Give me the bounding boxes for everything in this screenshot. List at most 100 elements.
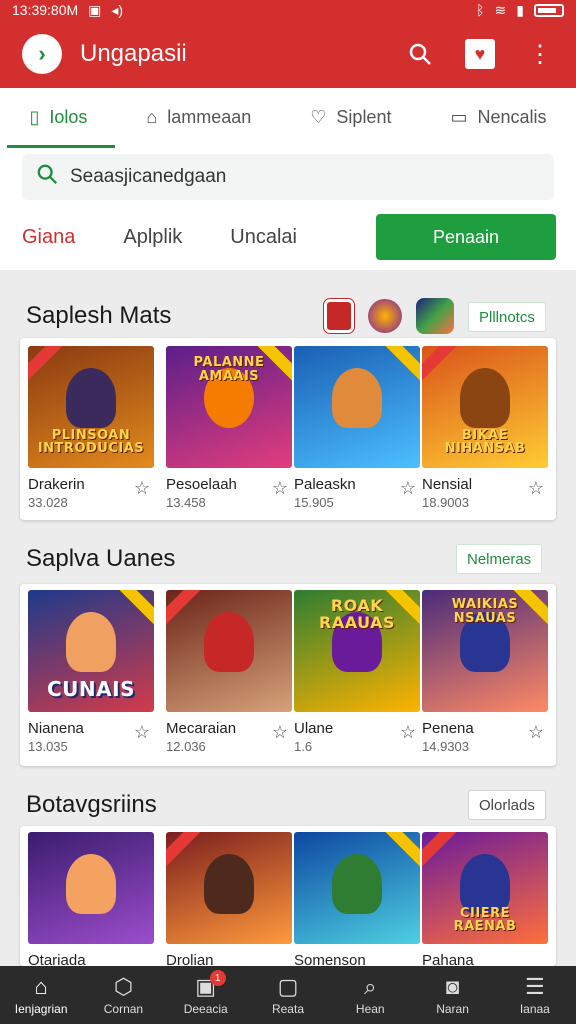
app-logo-icon[interactable]: › [22,34,62,74]
nav-item-cornan[interactable]: ⬡ Cornan [83,974,163,1016]
ribbon-badge [114,590,154,628]
app-thumbnail: ROAK RAAUAS [294,590,420,712]
app-thumbnail: CUNAIS [28,590,154,712]
mini-app-icon[interactable] [368,299,402,333]
app-tile[interactable]: Somenson [294,832,420,966]
wallet-icon: ▭ [450,106,468,127]
app-thumbnail [294,832,420,944]
section-title: Saplva Uanes [26,545,176,572]
more-vert-icon[interactable]: ⋮ [522,36,558,72]
search-icon: ⌕ [364,974,377,999]
ribbon-badge [166,590,206,628]
nav-item-naran[interactable]: ◙ Naran [413,974,493,1016]
favorite-icon[interactable]: ☆ [528,478,544,499]
search-input[interactable] [70,166,540,188]
ribbon-badge [380,832,420,870]
thumbnail-caption: CIIERE RAENAB [453,905,517,935]
app-title: Ungapasii [80,40,187,67]
app-thumbnail: CIIERE RAENAB [422,832,548,944]
search-icon [36,163,58,191]
favorite-icon[interactable]: ☆ [400,478,416,499]
nav-item-reata[interactable]: ▢ Reata [248,974,328,1016]
mini-app-icon[interactable] [323,298,355,334]
app-thumbnail: BIKAE NIHANSAB [422,346,548,468]
character-art [204,612,254,672]
tab-nencalis[interactable]: ▭ Nencalis [450,88,546,146]
section-title: Botavgsriins [26,791,157,818]
favorite-icon[interactable]: ☆ [528,722,544,743]
ribbon-badge [28,346,68,384]
app-tile[interactable]: Paleaskn 15.905 ☆ [294,346,420,510]
heart-icon: ♡ [310,106,327,127]
search-bar[interactable] [22,154,554,200]
app-thumbnail [166,590,292,712]
tab-label: Iolos [49,106,88,127]
battery-icon [534,3,564,17]
app-row-card: PLINSOAN INTRODUCIAS Drakerin 33.028 ☆ P… [20,338,556,520]
favorite-icon[interactable]: ☆ [134,722,150,743]
ribbon-badge [166,832,206,870]
camera-icon: ◙ [445,974,460,999]
nav-item-hean[interactable]: ⌕ Hean [330,974,410,1016]
app-tile[interactable]: PLINSOAN INTRODUCIAS Drakerin 33.028 ☆ [28,346,154,510]
tab-lammeaan[interactable]: ⌂ lammeaan [146,88,251,146]
mini-app-icon[interactable] [416,298,454,334]
app-thumbnail [294,346,420,468]
nav-item-home[interactable]: ⌂ Ienjagrian [1,974,81,1016]
favorite-icon[interactable]: ☆ [400,722,416,743]
gallery-icon: ▣ [88,1,102,18]
section-more-button[interactable]: Plllnotcs [468,302,546,332]
filter-chip-aplplik[interactable]: Aplplik [123,226,182,249]
ribbon-badge [422,832,462,870]
app-tile[interactable]: CIIERE RAENAB Pahana [422,832,548,966]
sound-icon: ◂) [111,1,124,18]
filter-chip-giana[interactable]: Giana [22,226,75,249]
favorite-icon[interactable]: ☆ [134,478,150,499]
app-tile[interactable]: Mecaraian 12.036 ☆ [166,590,292,754]
character-art [66,368,116,428]
tab-label: lammeaan [167,106,252,127]
app-name: Somenson [294,952,366,966]
section-title: Saplesh Mats [26,302,172,329]
favorite-icon[interactable]: ☆ [272,722,288,743]
filter-chip-uncalai[interactable]: Uncalai [230,226,297,249]
nav-item-deeacia[interactable]: ▣ 1 Deeacia [166,970,246,1016]
primary-action-button[interactable]: Penaain [376,214,556,260]
nav-label: Hean [355,1002,385,1016]
app-tile[interactable]: PALANNE AMAAIS Pesoelaah 13.458 ☆ [166,346,292,510]
wifi-icon: ≋ [494,1,507,18]
menu-icon: ☰ [524,974,545,999]
nav-label: Reata [271,1002,304,1016]
nav-label: Ienjagrian [14,1002,68,1016]
ribbon-badge [422,346,462,384]
section-more-button[interactable]: Nelmeras [456,544,543,574]
tv-icon: ▢ [277,974,299,999]
thumbnail-caption: CUNAIS [47,677,135,701]
thumbnail-caption: BIKAE NIHANSAB [444,427,526,457]
cart-icon[interactable]: ♥ [462,36,498,72]
app-name: Drolian [166,952,214,966]
tab-iolos[interactable]: ▯ Iolos [7,88,116,148]
nav-item-ianaa[interactable]: ☰ Ianaa [495,974,575,1016]
app-tile[interactable]: Drolian [166,832,292,966]
search-icon[interactable] [402,36,438,72]
thumbnail-caption: ROAK RAAUAS [319,596,395,632]
app-tile[interactable]: CUNAIS Nianena 13.035 ☆ [28,590,154,754]
section-more-button[interactable]: Olorlads [468,790,546,820]
app-row-card: Otariada Drolian Somenson CIIERE RAENAB … [20,826,556,966]
nav-label: Naran [436,1002,469,1016]
favorite-icon[interactable]: ☆ [272,478,288,499]
tab-siplent[interactable]: ♡ Siplent [310,88,391,146]
bottom-navigation: ⌂ Ienjagrian ⬡ Cornan ▣ 1 Deeacia ▢ Reat… [0,966,576,1024]
notification-badge: 1 [209,970,226,986]
character-art [204,854,254,914]
character-art [332,854,382,914]
app-tile[interactable]: WAIKIAS NSAUAS Penena 14.9303 ☆ [422,590,548,754]
app-row-card: CUNAIS Nianena 13.035 ☆ Mecaraian 12.036… [20,584,556,766]
character-art [66,612,116,672]
app-tile[interactable]: Otariada [28,832,154,966]
app-tile[interactable]: ROAK RAAUAS Ulane 1.6 ☆ [294,590,420,754]
status-time: 13:39:80M [12,2,79,18]
ribbon-badge [380,346,420,384]
app-tile[interactable]: BIKAE NIHANSAB Nensial 18.9003 ☆ [422,346,548,510]
